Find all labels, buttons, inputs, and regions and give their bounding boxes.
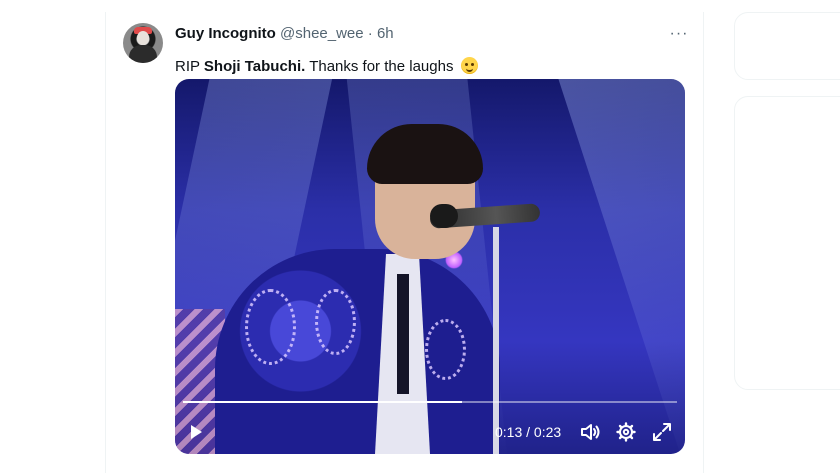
- video-player[interactable]: 0:13 / 0:23: [175, 79, 685, 454]
- volume-icon: [581, 424, 600, 440]
- author-display-name[interactable]: Guy Incognito: [175, 25, 276, 42]
- tweet-timestamp[interactable]: 6h: [377, 25, 394, 42]
- jacket-embroidery: [425, 319, 466, 380]
- avatar[interactable]: [123, 23, 163, 63]
- video-progress-bar[interactable]: [183, 401, 677, 403]
- play-button[interactable]: [187, 423, 205, 441]
- tweet-header: Guy Incognito @shee_wee · 6h: [175, 25, 394, 42]
- more-options-icon: ···: [669, 25, 689, 42]
- performer-tie: [397, 274, 409, 394]
- volume-button[interactable]: [579, 421, 601, 443]
- play-icon: [191, 425, 202, 439]
- tweet-text-prefix: RIP: [175, 58, 204, 75]
- video-controls: 0:13 / 0:23: [175, 415, 685, 451]
- stage-light-beam: [557, 79, 685, 454]
- avatar-face: [137, 31, 149, 45]
- header-separator: ·: [367, 25, 373, 42]
- gear-icon: [616, 422, 636, 442]
- video-current-time: 0:13: [495, 424, 523, 440]
- smiling-face-with-tear-icon: [460, 57, 478, 74]
- tweet-text-suffix: Thanks for the laughs: [305, 58, 454, 75]
- timeline-border-right: [703, 12, 704, 473]
- jacket-embroidery: [245, 289, 296, 365]
- video-progress-fill: [183, 401, 463, 403]
- author-handle[interactable]: @shee_wee: [280, 25, 364, 42]
- video-time-separator: /: [526, 424, 531, 440]
- more-options-button[interactable]: ···: [669, 24, 689, 44]
- tweet-card[interactable]: Guy Incognito @shee_wee · 6h ··· RIP Sho…: [106, 12, 703, 473]
- left-gutter: [0, 0, 105, 473]
- avatar-body: [129, 45, 157, 63]
- fullscreen-button[interactable]: [651, 421, 673, 443]
- settings-button[interactable]: [615, 421, 637, 443]
- fullscreen-icon: [653, 423, 671, 441]
- sidebar-card-bottom: [734, 96, 840, 390]
- tweet-text-bold[interactable]: Shoji Tabuchi.: [204, 58, 305, 75]
- microphone-head: [430, 204, 458, 228]
- jacket-embroidery: [315, 289, 356, 355]
- video-time-readout: 0:13 / 0:23: [495, 424, 561, 440]
- sidebar-card-top: [734, 12, 840, 80]
- tweet-text: RIP Shoji Tabuchi. Thanks for the laughs: [175, 57, 478, 75]
- performer-hair: [367, 124, 483, 184]
- video-duration: 0:23: [533, 424, 562, 440]
